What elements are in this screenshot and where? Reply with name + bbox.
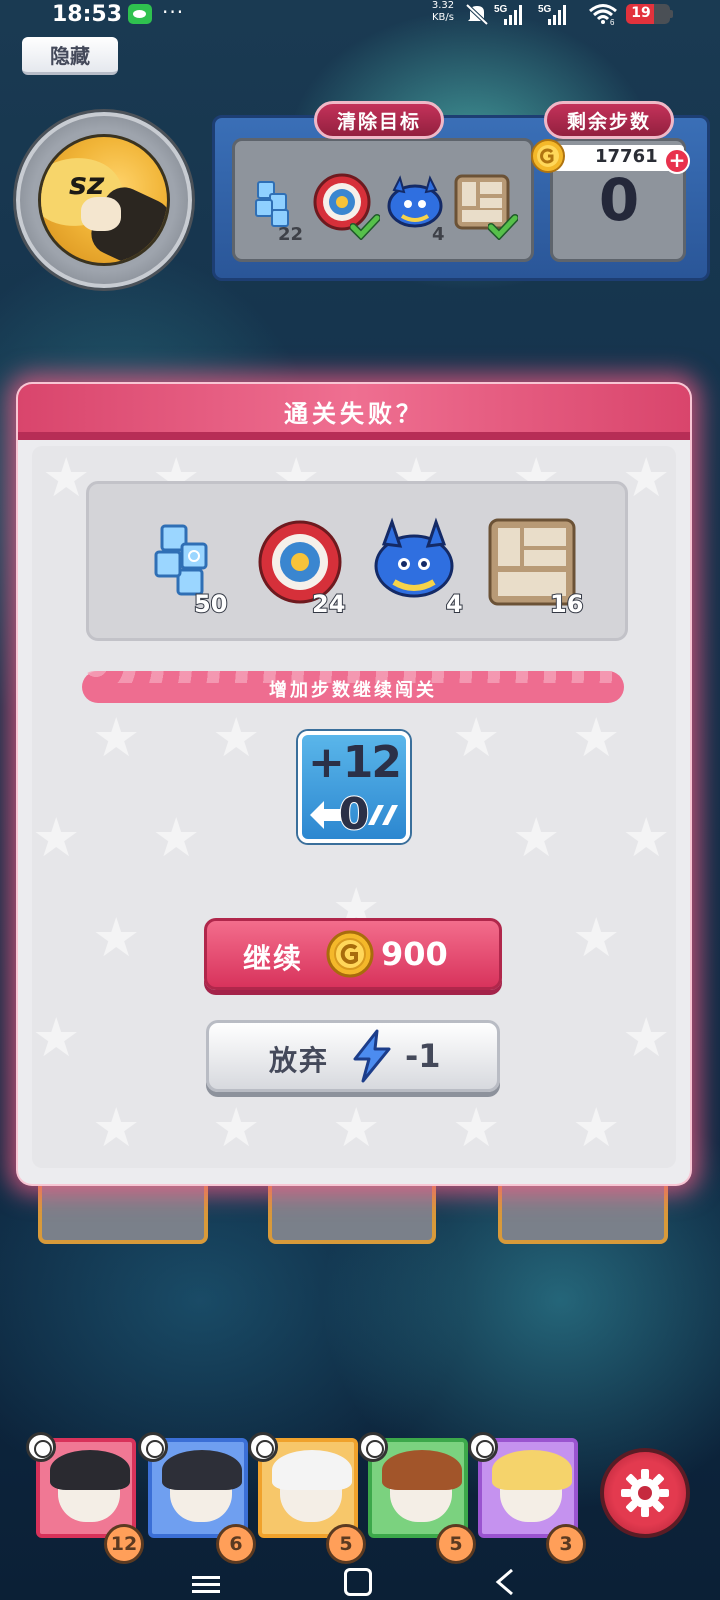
goal-count-wall: 16 [549,589,584,619]
continue-button[interactable]: 继续 900 [204,918,502,990]
continue-cost: 900 [381,935,448,973]
check-icon [488,214,518,240]
board-tile [498,1178,668,1244]
steps-left-value: 0 [598,166,640,234]
skill-icon [138,1432,168,1462]
goal-count-crab: 4 [432,224,445,245]
signal-2-label: 5G [538,4,552,15]
signal-5g-icon-2: 5G [538,4,566,25]
continue-label: 继续 [243,942,304,975]
character-count-4: 5 [436,1524,476,1564]
goal-count-ice: 22 [278,224,304,245]
skill-icon [468,1432,498,1462]
check-icon [350,214,380,240]
extra-steps-base: 0 [338,788,371,840]
player-avatar[interactable]: sz [16,112,192,288]
energy-bolt-icon [353,1029,391,1083]
net-speed: 3.32 KB/s [426,0,460,24]
add-steps-banner-text: 增加步数继续闯关 [269,680,437,701]
give-up-cost: -1 [405,1037,441,1075]
extra-steps-card: +12 0 [298,731,410,843]
steps-title: 剩余步数 [544,101,674,139]
character-count-1: 12 [104,1524,144,1564]
goal-count-target: 24 [311,589,346,619]
nav-home-icon[interactable] [344,1568,372,1596]
hide-button[interactable]: 隐藏 [22,37,118,75]
character-count-5: 3 [546,1524,586,1564]
stone-wall-icon [454,174,510,230]
dialog-title: 通关失败？ [284,400,424,428]
goal-count-crab: 4 [445,589,464,619]
target-icon [313,173,371,231]
more-dots-icon: ··· [162,0,185,24]
character-count-3: 5 [326,1524,366,1564]
skill-icon [26,1432,56,1462]
skill-icon [248,1432,278,1462]
wifi-sub-label: 6 [610,18,615,25]
battery-tip [670,10,673,18]
avatar-portrait: sz [38,134,170,266]
nav-menu-icon[interactable] [192,1574,220,1594]
skill-icon [358,1432,388,1462]
give-up-label: 放弃 [269,1044,330,1077]
give-up-button[interactable]: 放弃 -1 [206,1020,500,1092]
character-count-2: 6 [216,1524,256,1564]
coin-count: 17761 [595,146,658,167]
goal-count-ice: 50 [193,589,228,619]
status-bar: 18:53 ··· 3.32 KB/s 5G 5G 6 19 [0,0,720,28]
wifi-icon: 6 [589,4,617,25]
nav-back-icon[interactable] [494,1568,516,1596]
settings-button[interactable] [600,1448,690,1538]
status-time: 18:53 [52,2,123,27]
net-speed-unit: KB/s [432,12,454,23]
goals-title: 清除目标 [314,101,444,139]
net-speed-value: 3.32 [431,0,455,11]
coin-icon [326,930,374,978]
wechat-icon [128,4,152,24]
signal-5g-icon: 5G [494,4,522,25]
battery-level: 19 [631,5,651,21]
board-tile [38,1178,208,1244]
mute-icon [465,3,489,25]
gear-icon [621,1469,669,1517]
battery-icon: 19 [626,4,670,24]
signal-1-label: 5G [494,4,508,15]
extra-steps-value: +12 [307,737,402,788]
board-tile [268,1178,436,1244]
